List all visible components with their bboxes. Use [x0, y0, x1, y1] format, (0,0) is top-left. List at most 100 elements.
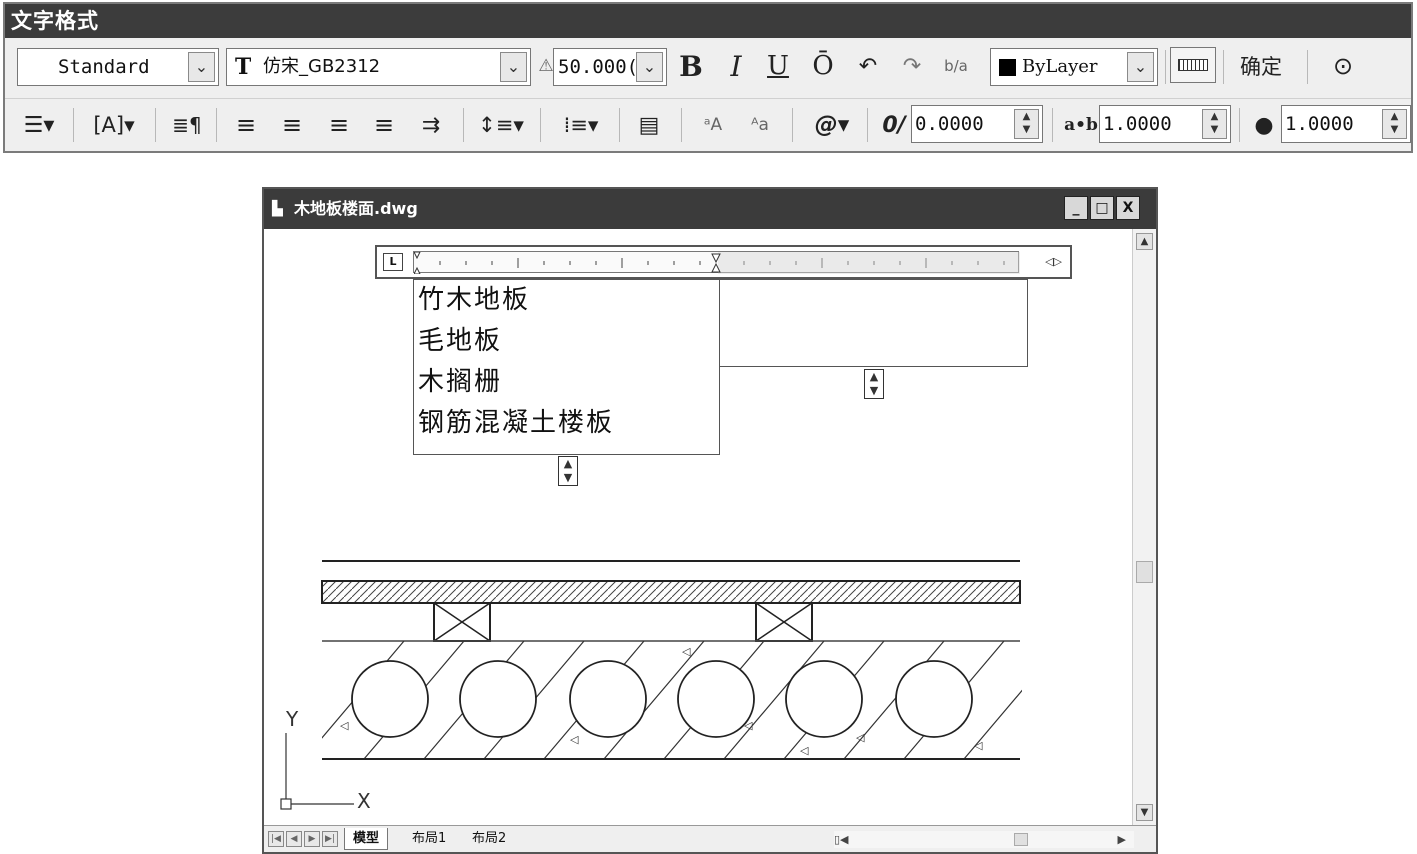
options-chevron-icon[interactable]: ⊙ [1323, 46, 1363, 86]
ruler-scale[interactable] [413, 251, 1020, 275]
color-select[interactable]: ByLayer ⌄ [990, 48, 1158, 86]
overline-button[interactable]: Ō [808, 46, 838, 86]
scroll-down-icon[interactable]: ▼ [1136, 804, 1153, 821]
symbol-icon[interactable]: @▾ [806, 105, 858, 145]
align-left-icon[interactable]: ≡ [230, 105, 262, 145]
text-height-select[interactable]: 50.000( ⌄ [553, 48, 667, 86]
column-resize-handle[interactable]: ▲ ▼ [864, 369, 884, 399]
autocad-drawing-icon: ▙ [272, 201, 283, 217]
ok-button[interactable]: 确定 [1230, 46, 1292, 86]
lowercase-icon[interactable]: ᴬa [742, 105, 778, 145]
scroll-up-icon[interactable]: ▲ [1136, 233, 1153, 250]
distribute-icon[interactable]: ⇉ [415, 105, 447, 145]
ucs-y-label: Y [286, 707, 299, 731]
ruler-width-icon[interactable]: ◁▷ [1045, 253, 1062, 271]
separator [681, 108, 682, 142]
bamboo-board-layer [321, 580, 1021, 604]
width-factor-value: 1.0000 [1285, 113, 1354, 135]
mtext-line[interactable]: 毛地板 [418, 321, 502, 361]
redo-button[interactable]: ↷ [897, 46, 927, 86]
tab-model[interactable]: 模型 [344, 828, 389, 850]
drawing-window: ▙ 木地板楼面.dwg _ □ X ◁ ◁ ◁ ◁ ◁ ◁ ◁ Y X L ◁▷… [262, 187, 1158, 854]
scroll-right-icon[interactable]: ▶ [1118, 831, 1126, 848]
minimize-button[interactable]: _ [1064, 196, 1088, 220]
separator [1239, 108, 1240, 142]
mtext-line[interactable]: 木搁栅 [418, 362, 502, 402]
mtext-ruler[interactable]: L ◁▷ [375, 245, 1072, 279]
vertical-scrollbar[interactable]: ▲ ▼ [1132, 229, 1156, 825]
width-factor-input[interactable]: 1.0000 ▲ ▼ [1281, 105, 1411, 143]
paragraph-icon[interactable]: ≣¶ [169, 105, 205, 145]
chevron-down-icon[interactable]: ⌄ [636, 52, 663, 82]
tracking-input[interactable]: 1.0000 ▲ ▼ [1099, 105, 1231, 143]
separator [73, 108, 74, 142]
horizontal-scrollbar[interactable]: ▯◀ ▶ [834, 831, 1134, 848]
svg-text:◁: ◁ [682, 645, 691, 658]
columns-icon[interactable]: ☰▾ [15, 105, 63, 145]
style-value: Standard [58, 56, 150, 78]
column-resize-handle[interactable]: ▲ ▼ [558, 456, 578, 486]
chevron-down-icon[interactable]: ⌄ [1127, 52, 1154, 82]
ruler-icon [1178, 59, 1208, 71]
ucs-icon [280, 733, 354, 810]
italic-button[interactable]: I [721, 46, 751, 86]
font-select[interactable]: T 仿宋_GB2312 ⌄ [226, 48, 531, 86]
drawing-canvas[interactable]: ◁ ◁ ◁ ◁ ◁ ◁ ◁ Y X L ◁▷ 竹木地板 毛地板 木搁栅 钢筋混凝… [264, 229, 1132, 825]
drawing-titlebar[interactable]: ▙ 木地板楼面.dwg _ □ X [264, 189, 1156, 229]
spinner-icon[interactable]: ▲ ▼ [1014, 109, 1039, 139]
separator [1165, 50, 1166, 84]
last-tab-icon[interactable]: ▶| [322, 831, 338, 847]
separator [155, 108, 156, 142]
scroll-thumb[interactable] [1014, 833, 1028, 846]
toolbar-row-2: ☰▾ [A]▾ ≣¶ ≡ ≡ ≡ ≡ ⇉ ↕≡▾ ⁞≡▾ ▤ ᵃA ᴬa @▾ … [5, 98, 1411, 150]
close-button[interactable]: X [1116, 196, 1140, 220]
undo-button[interactable]: ↶ [853, 46, 883, 86]
justification-icon[interactable]: [A]▾ [89, 105, 139, 145]
hollow-cores [351, 660, 973, 738]
ruler-toggle-button[interactable] [1170, 47, 1216, 83]
mtext-editor-column-1[interactable]: 竹木地板 毛地板 木搁栅 钢筋混凝土楼板 [413, 279, 720, 455]
joist-right [755, 602, 813, 642]
align-center-icon[interactable]: ≡ [276, 105, 308, 145]
insert-field-icon[interactable]: ▤ [631, 105, 667, 145]
underline-button[interactable]: U [763, 46, 793, 86]
uppercase-icon[interactable]: ᵃA [695, 105, 731, 145]
align-right-icon[interactable]: ≡ [323, 105, 355, 145]
next-tab-icon[interactable]: ▶ [304, 831, 320, 847]
style-select[interactable]: Standard ⌄ [17, 48, 219, 86]
oblique-angle-value: 0.0000 [915, 113, 984, 135]
spinner-icon[interactable]: ▲ ▼ [1202, 109, 1227, 139]
oblique-angle-input[interactable]: 0.0000 ▲ ▼ [911, 105, 1043, 143]
justify-icon[interactable]: ≡ [368, 105, 400, 145]
tab-layout1[interactable]: 布局1 [404, 828, 454, 850]
separator [216, 108, 217, 142]
toolbar-row-1: Standard ⌄ T 仿宋_GB2312 ⌄ ⚠ 50.000( ⌄ B I… [5, 42, 1411, 92]
prev-tab-icon[interactable]: ◀ [286, 831, 302, 847]
first-tab-icon[interactable]: |◀ [268, 831, 284, 847]
chevron-down-icon[interactable]: ⌄ [500, 52, 527, 82]
numbering-icon[interactable]: ⁞≡▾ [555, 105, 607, 145]
tracking-label: a•b [1064, 115, 1098, 135]
mtext-line[interactable]: 竹木地板 [418, 280, 530, 320]
drawing-title: 木地板楼面.dwg [294, 199, 418, 218]
layout-tab-bar: |◀ ◀ ▶ ▶| 模型 布局1 布局2 ▯◀ ▶ [264, 825, 1156, 852]
maximize-button[interactable]: □ [1090, 196, 1114, 220]
stack-button[interactable]: b/a [939, 46, 973, 86]
tab-layout2[interactable]: 布局2 [464, 828, 514, 850]
mtext-line[interactable]: 钢筋混凝土楼板 [418, 403, 614, 443]
tab-type-button[interactable]: L [383, 253, 403, 271]
toolbar-title[interactable]: 文字格式 [5, 4, 1411, 38]
tracking-value: 1.0000 [1103, 113, 1172, 135]
separator [463, 108, 464, 142]
chevron-down-icon[interactable]: ⌄ [188, 52, 215, 82]
scroll-thumb[interactable] [1136, 561, 1153, 583]
line-spacing-icon[interactable]: ↕≡▾ [475, 105, 527, 145]
mtext-editor-column-2[interactable] [719, 279, 1028, 367]
spinner-icon[interactable]: ▲ ▼ [1382, 109, 1407, 139]
ruler-ticks [413, 251, 1020, 275]
svg-text:◁: ◁ [856, 731, 865, 744]
scroll-left-icon[interactable]: ▯◀ [834, 831, 849, 848]
separator [619, 108, 620, 142]
bold-button[interactable]: B [676, 46, 706, 86]
svg-text:◁: ◁ [340, 719, 349, 732]
